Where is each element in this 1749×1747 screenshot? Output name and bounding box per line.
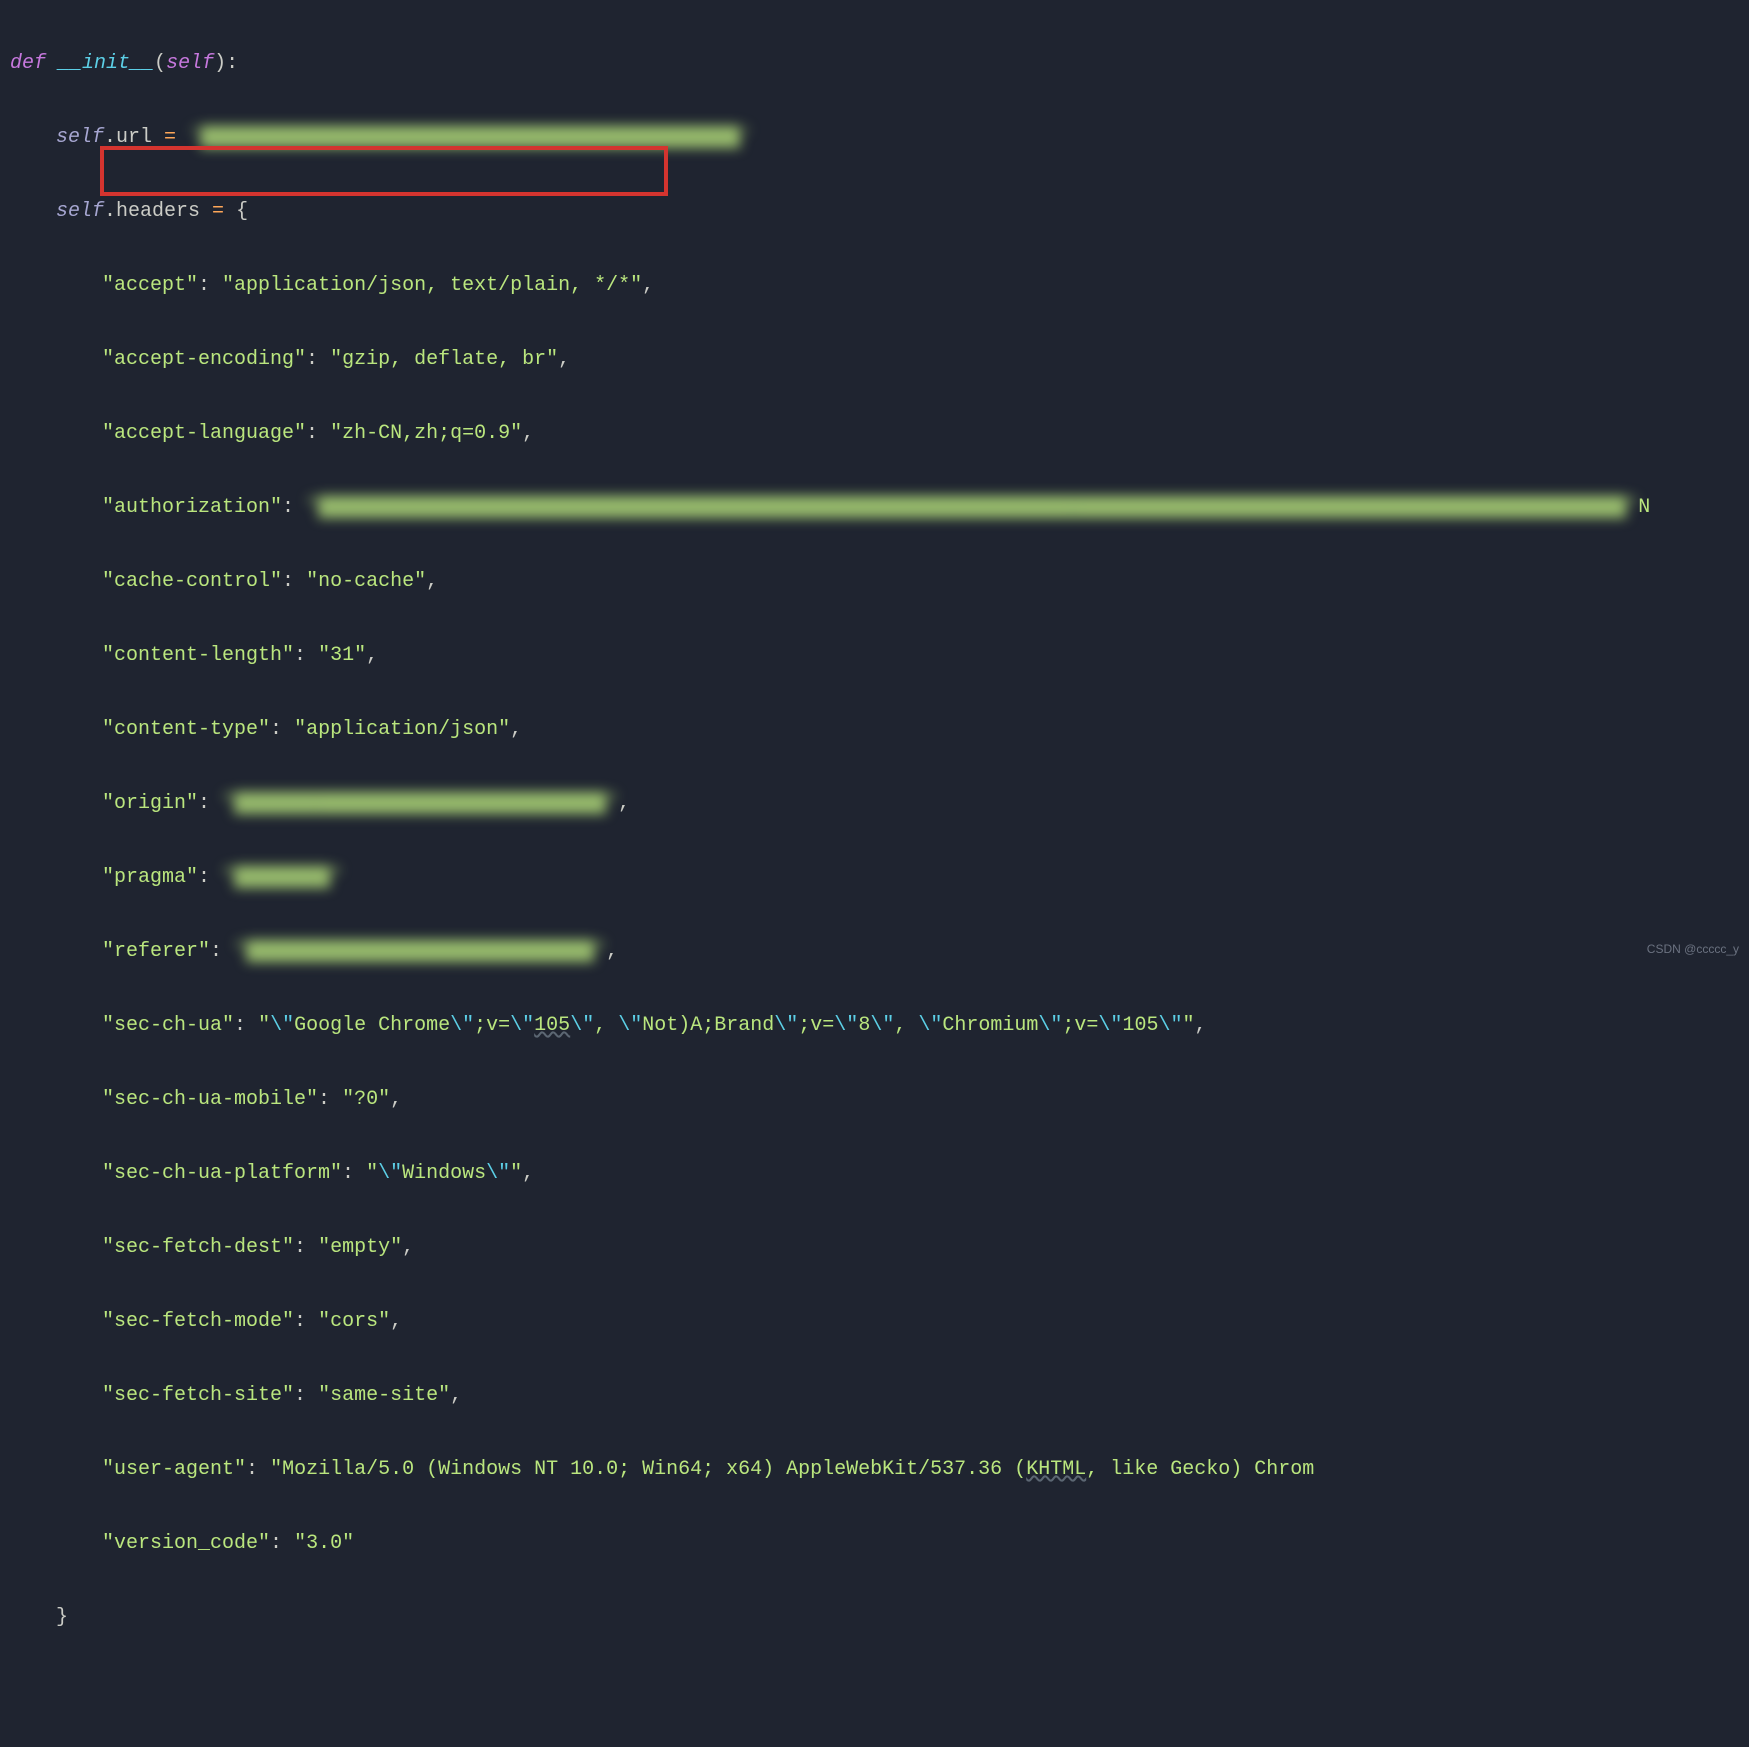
- header-accept-encoding: "accept-encoding": "gzip, deflate, br",: [10, 341, 1749, 378]
- header-content-length: "content-length": "31",: [10, 637, 1749, 674]
- code-line-headers: self.headers = {: [10, 193, 1749, 230]
- keyword-def: def: [10, 52, 46, 75]
- code-line-brace-close: }: [10, 1599, 1749, 1636]
- header-content-type: "content-type": "application/json",: [10, 711, 1749, 748]
- header-sec-ch-ua-mobile: "sec-ch-ua-mobile": "?0",: [10, 1081, 1749, 1118]
- param-self: self: [166, 52, 214, 75]
- header-pragma: "pragma": "▓▓▓▓▓▓▓▓": [10, 859, 1749, 896]
- header-sec-ch-ua: "sec-ch-ua": "\"Google Chrome\";v=\"105\…: [10, 1007, 1749, 1044]
- header-version-code: "version_code": "3.0": [10, 1525, 1749, 1562]
- header-sec-fetch-site: "sec-fetch-site": "same-site",: [10, 1377, 1749, 1414]
- header-accept-language: "accept-language": "zh-CN,zh;q=0.9",: [10, 415, 1749, 452]
- header-sec-fetch-mode: "sec-fetch-mode": "cors",: [10, 1303, 1749, 1340]
- header-cache-control: "cache-control": "no-cache",: [10, 563, 1749, 600]
- header-accept: "accept": "application/json, text/plain,…: [10, 267, 1749, 304]
- code-line-def: def __init__(self):: [10, 45, 1749, 82]
- header-user-agent: "user-agent": "Mozilla/5.0 (Windows NT 1…: [10, 1451, 1749, 1488]
- watermark: CSDN @ccccc_y: [1647, 942, 1739, 956]
- referer-value-blurred: "▓▓▓▓▓▓▓▓▓▓▓▓▓▓▓▓▓▓▓▓▓▓▓▓▓▓▓▓▓": [234, 940, 606, 963]
- auth-value-blurred: "▓▓▓▓▓▓▓▓▓▓▓▓▓▓▓▓▓▓▓▓▓▓▓▓▓▓▓▓▓▓▓▓▓▓▓▓▓▓▓…: [306, 496, 1638, 519]
- header-origin: "origin": "▓▓▓▓▓▓▓▓▓▓▓▓▓▓▓▓▓▓▓▓▓▓▓▓▓▓▓▓▓…: [10, 785, 1749, 822]
- pragma-value-blurred: "▓▓▓▓▓▓▓▓": [222, 866, 342, 889]
- header-sec-ch-ua-platform: "sec-ch-ua-platform": "\"Windows\"",: [10, 1155, 1749, 1192]
- code-line-url: self.url = '▓▓▓▓▓▓▓▓▓▓▓▓▓▓▓▓▓▓▓▓▓▓▓▓▓▓▓▓…: [10, 119, 1749, 156]
- header-authorization: "authorization": "▓▓▓▓▓▓▓▓▓▓▓▓▓▓▓▓▓▓▓▓▓▓…: [10, 489, 1749, 526]
- header-sec-fetch-dest: "sec-fetch-dest": "empty",: [10, 1229, 1749, 1266]
- function-name: __init__: [58, 52, 154, 75]
- url-value-blurred: '▓▓▓▓▓▓▓▓▓▓▓▓▓▓▓▓▓▓▓▓▓▓▓▓▓▓▓▓▓▓▓▓▓▓▓▓▓▓▓…: [188, 126, 752, 149]
- origin-value-blurred: "▓▓▓▓▓▓▓▓▓▓▓▓▓▓▓▓▓▓▓▓▓▓▓▓▓▓▓▓▓▓▓": [222, 792, 618, 815]
- header-referer: "referer": "▓▓▓▓▓▓▓▓▓▓▓▓▓▓▓▓▓▓▓▓▓▓▓▓▓▓▓▓…: [10, 933, 1749, 970]
- code-editor[interactable]: def __init__(self): self.url = '▓▓▓▓▓▓▓▓…: [0, 0, 1749, 1747]
